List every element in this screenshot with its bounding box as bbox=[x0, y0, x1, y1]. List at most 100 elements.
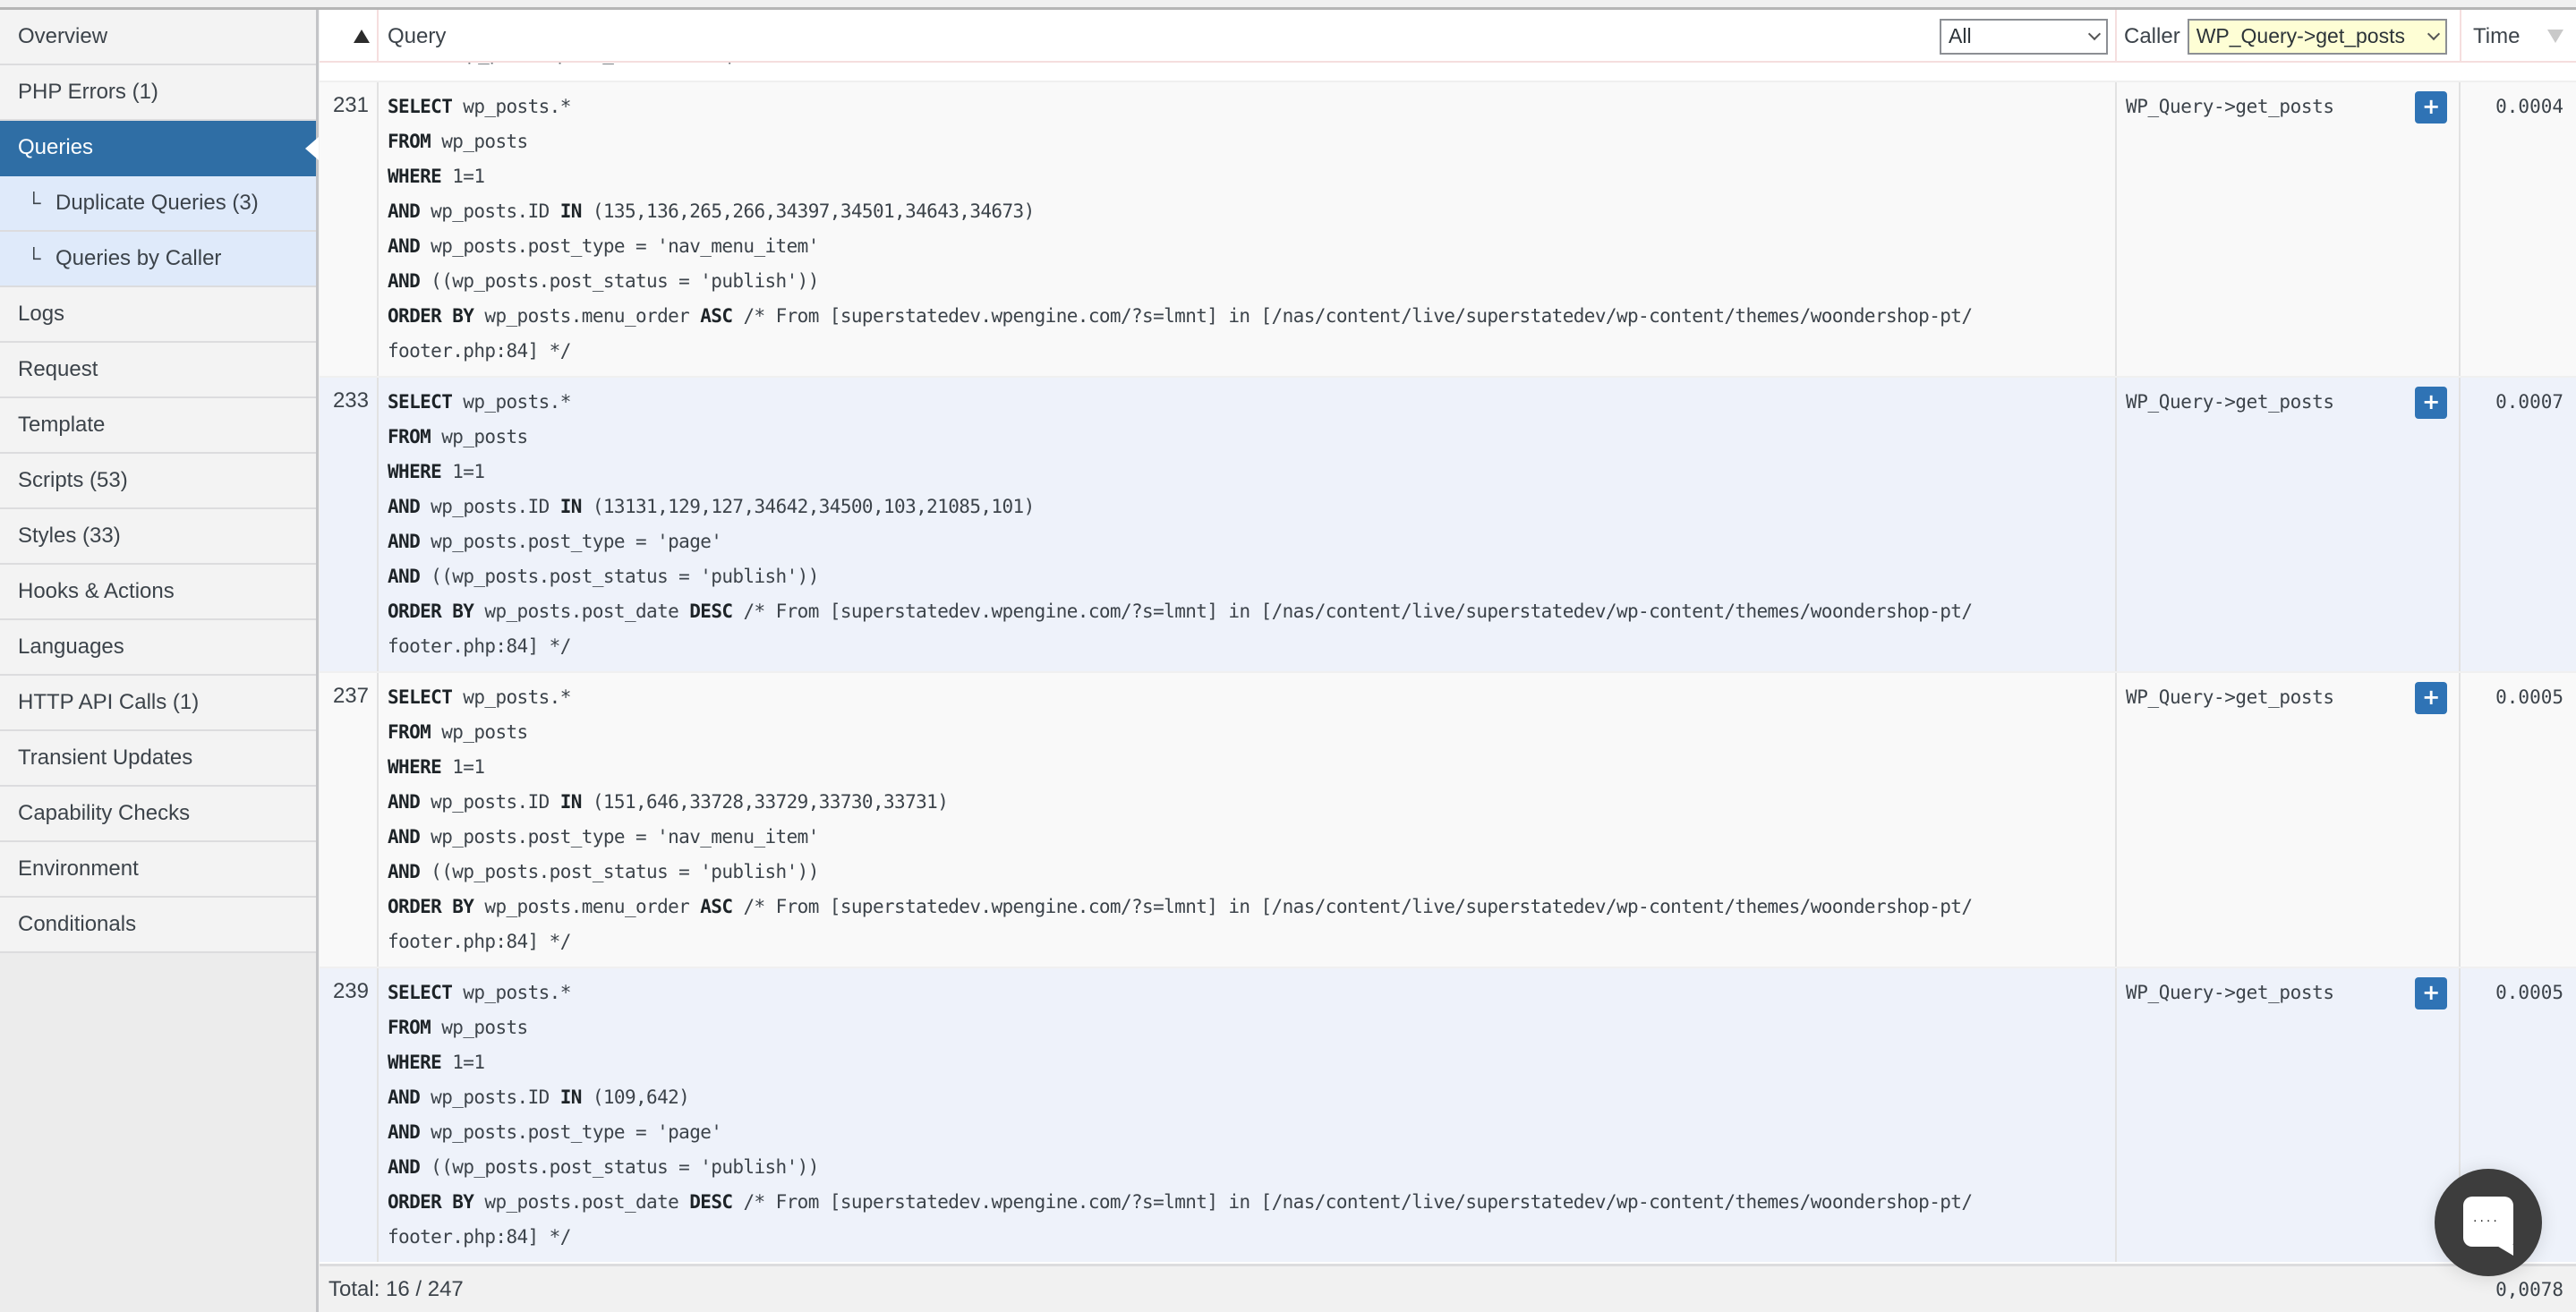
expand-caller-button[interactable]: + bbox=[2415, 387, 2447, 419]
total-time: 0,0078 bbox=[2495, 1278, 2563, 1300]
time-column-header[interactable]: Time bbox=[2460, 10, 2576, 63]
sql-text: wp_posts.post_type = 'page' bbox=[420, 531, 722, 552]
sql-keyword: SELECT bbox=[388, 391, 453, 413]
sql-text: wp_posts.post_type = 'page' bbox=[420, 1121, 722, 1143]
total-count: Total: 16 / 247 bbox=[328, 1276, 464, 1301]
sidebar-item-styles-33[interactable]: Styles (33) bbox=[0, 509, 316, 565]
sql-line: footer.php:84] */ bbox=[388, 337, 2115, 372]
sql-text: /* From [superstatedev.wpengine.com/?s=l… bbox=[732, 305, 1973, 327]
sql-text: footer.php:84] */ bbox=[388, 931, 571, 952]
sql-keyword: AND bbox=[388, 200, 421, 222]
sidebar-item-conditionals[interactable]: Conditionals bbox=[0, 898, 316, 953]
expand-caller-button[interactable]: + bbox=[2415, 682, 2447, 714]
sql-text: footer.php:84] */ bbox=[388, 635, 571, 657]
sql-keyword: ORDER BY bbox=[388, 601, 474, 622]
sql-text: 1=1 bbox=[441, 1052, 485, 1073]
caller-cell: WP_Query->get_posts + bbox=[2115, 673, 2461, 967]
sidebar-item-capability-checks[interactable]: Capability Checks bbox=[0, 787, 316, 842]
sidebar-item-template[interactable]: Template bbox=[0, 398, 316, 454]
sort-descending-icon[interactable] bbox=[2547, 30, 2563, 43]
tree-branch-icon: └ bbox=[27, 247, 41, 269]
sidebar-item-request[interactable]: Request bbox=[0, 343, 316, 398]
sql-keyword: AND bbox=[388, 531, 421, 552]
sql-text: wp_posts.* bbox=[452, 391, 571, 413]
query-type-filter-select[interactable]: All bbox=[1940, 18, 2108, 55]
sidebar-item-label: Transient Updates bbox=[18, 745, 193, 770]
sql-text: wp_posts bbox=[431, 721, 528, 743]
query-sql: SELECT wp_posts.* FROM wp_posts WHERE 1=1 A… bbox=[379, 968, 2115, 1262]
sql-keyword: IN bbox=[559, 791, 583, 813]
tree-branch-icon: └ bbox=[27, 192, 41, 214]
sidebar-item-http-api-calls-1[interactable]: HTTP API Calls (1) bbox=[0, 676, 316, 731]
expand-caller-button[interactable]: + bbox=[2415, 977, 2447, 1010]
sidebar-item-queries[interactable]: Queries bbox=[0, 121, 319, 176]
sql-keyword: IN bbox=[559, 496, 583, 517]
sql-line: ORDER BY wp_posts.menu_order ASC /* From… bbox=[388, 302, 2115, 337]
table-row: 239 SELECT wp_posts.* FROM wp_posts WHERE 1… bbox=[320, 967, 2576, 1262]
table-row: 237 SELECT wp_posts.* FROM wp_posts WHERE 1… bbox=[320, 671, 2576, 967]
sql-line: AND ((wp_posts.post_status = 'publish')) bbox=[388, 858, 2115, 893]
sidebar-item-transient-updates[interactable]: Transient Updates bbox=[0, 731, 316, 787]
sort-column-header[interactable] bbox=[320, 10, 379, 63]
sql-text: (109,642) bbox=[581, 1086, 690, 1108]
caller-filter-value: WP_Query->get_posts bbox=[2196, 24, 2405, 47]
table-header: Query All Caller WP_Query->get_posts Tim… bbox=[320, 10, 2576, 63]
expand-caller-button[interactable]: + bbox=[2415, 91, 2447, 124]
sql-text: wp_posts.post_date bbox=[473, 601, 690, 622]
sql-text: (135,136,265,266,34397,34501,34643,34673… bbox=[581, 200, 1035, 222]
caller-name: WP_Query->get_posts bbox=[2126, 982, 2334, 1003]
sidebar-item-duplicate-queries-3[interactable]: └ Duplicate Queries (3) bbox=[0, 176, 316, 232]
sql-line: WHERE 1=1 bbox=[388, 458, 2115, 493]
caller-filter-select[interactable]: WP_Query->get_posts bbox=[2187, 18, 2447, 55]
sql-line: ORDER BY wp_posts.post_date DESC /* From… bbox=[388, 598, 2115, 633]
sql-text: wp_posts.ID bbox=[420, 791, 560, 813]
query-header-label: Query bbox=[388, 23, 447, 48]
sql-text: wp_posts bbox=[431, 131, 528, 152]
sidebar-item-php-errors-1[interactable]: PHP Errors (1) bbox=[0, 65, 316, 121]
row-number: 231 bbox=[320, 82, 379, 376]
sql-keyword: FROM bbox=[388, 1017, 431, 1038]
sql-keyword: FROM bbox=[388, 721, 431, 743]
chat-dots: ···· bbox=[2473, 1214, 2500, 1229]
sql-line: AND wp_posts.ID IN (13131,129,127,34642,… bbox=[388, 493, 2115, 528]
sidebar-item-languages[interactable]: Languages bbox=[0, 620, 316, 676]
table-row: 231 SELECT wp_posts.* FROM wp_posts WHERE 1… bbox=[320, 81, 2576, 376]
sql-keyword: IN bbox=[559, 1086, 583, 1108]
chat-button[interactable]: ···· bbox=[2435, 1169, 2542, 1276]
sidebar-item-label: Hooks & Actions bbox=[18, 579, 175, 603]
active-pointer-icon bbox=[305, 137, 319, 160]
sql-text: (13131,129,127,34642,34500,103,21085,101… bbox=[581, 496, 1035, 517]
table-row: 233 SELECT wp_posts.* FROM wp_posts WHERE 1… bbox=[320, 376, 2576, 671]
sql-line: SELECT wp_posts.* bbox=[388, 684, 2115, 719]
sql-line: WHERE 1=1 bbox=[388, 1049, 2115, 1084]
sql-line: FROM wp_posts bbox=[388, 719, 2115, 754]
sql-text: footer.php:84] */ bbox=[388, 1226, 571, 1248]
sql-line: FROM wp_posts bbox=[388, 423, 2115, 458]
sidebar-item-scripts-53[interactable]: Scripts (53) bbox=[0, 454, 316, 509]
query-time: 0.0007 bbox=[2495, 391, 2563, 413]
sidebar-item-hooks-actions[interactable]: Hooks & Actions bbox=[0, 565, 316, 620]
sidebar-item-label: Styles (33) bbox=[18, 524, 121, 548]
row-number: 237 bbox=[320, 673, 379, 967]
sidebar-item-overview[interactable]: Overview bbox=[0, 10, 316, 65]
sql-line: FROM wp_posts bbox=[388, 1014, 2115, 1049]
query-sql: SELECT wp_posts.* FROM wp_posts WHERE 1=1 A… bbox=[379, 378, 2115, 671]
sql-keyword: ASC bbox=[700, 896, 733, 917]
query-type-filter-value: All bbox=[1949, 24, 1972, 47]
sidebar-item-environment[interactable]: Environment bbox=[0, 842, 316, 898]
sort-ascending-icon[interactable] bbox=[354, 30, 370, 43]
caller-header-label: Caller bbox=[2124, 23, 2180, 48]
sql-line: AND wp_posts.post_type = 'page' bbox=[388, 1119, 2115, 1154]
sidebar-item-logs[interactable]: Logs bbox=[0, 287, 316, 343]
sql-line: FROM wp_posts bbox=[388, 128, 2115, 163]
sql-line: footer.php:84] */ bbox=[388, 928, 2115, 963]
sql-text: wp_posts.* bbox=[452, 982, 571, 1003]
sql-line: AND ((wp_posts.post_status = 'publish')) bbox=[388, 563, 2115, 598]
chevron-down-icon bbox=[2087, 27, 2102, 40]
sql-text: 1=1 bbox=[441, 461, 485, 482]
sql-line: AND ((wp_posts.post_status = 'publish')) bbox=[388, 1154, 2115, 1188]
sql-line: AND wp_posts.post_type = 'page' bbox=[388, 528, 2115, 563]
sql-text: wp_posts.post_type = 'nav_menu_item' bbox=[420, 826, 819, 848]
sql-text: 1=1 bbox=[441, 166, 485, 187]
sidebar-item-queries-by-caller[interactable]: └ Queries by Caller bbox=[0, 232, 316, 287]
